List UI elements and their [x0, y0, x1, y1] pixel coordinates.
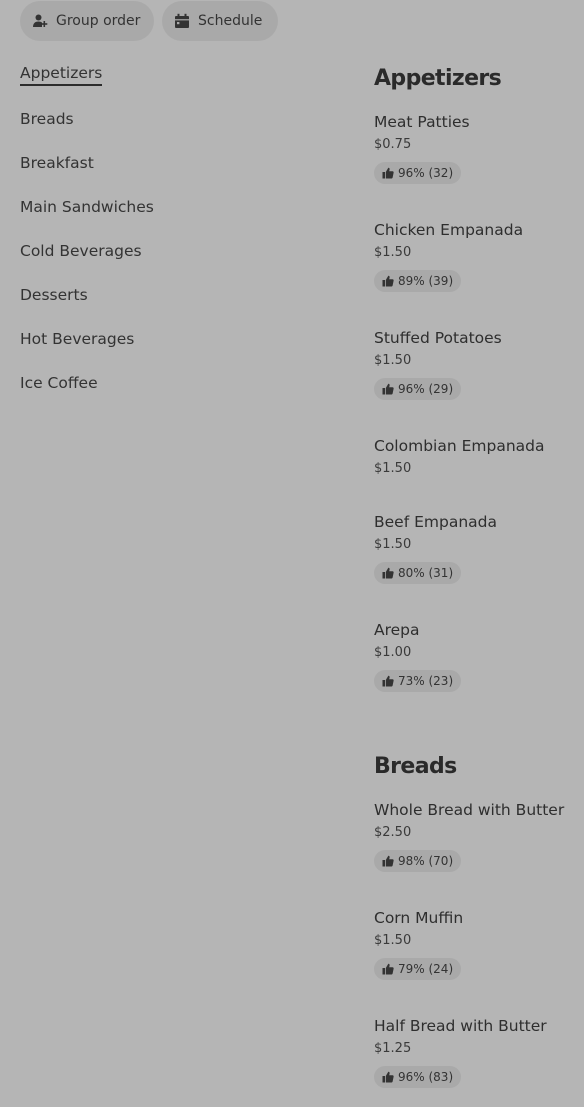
rating-text: 96% (83)	[398, 1070, 454, 1084]
item-name: Chicken Empanada	[374, 221, 524, 239]
item-name: Half Bread with Butter	[374, 1017, 547, 1035]
item-name: Beef Empanada	[374, 513, 497, 531]
item-price: $1.50	[374, 245, 412, 260]
thumbs-up-icon	[382, 275, 394, 287]
rating-badge: 96% (83)	[374, 1066, 462, 1088]
rating-badge: 96% (32)	[374, 162, 462, 184]
rating-badge: 89% (39)	[374, 270, 462, 292]
menu-item[interactable]: Arepa $1.00 73% (23)	[374, 620, 579, 692]
rating-badge: 73% (23)	[374, 670, 462, 692]
rating-text: 80% (31)	[398, 566, 454, 580]
menu-item[interactable]: Colombian Empanada $1.50	[374, 436, 579, 477]
rating-text: 79% (24)	[398, 962, 454, 976]
category-breakfast[interactable]: Breakfast	[20, 154, 94, 172]
menu-item[interactable]: Half Bread with Butter $1.25 96% (83)	[374, 1016, 579, 1088]
category-appetizers[interactable]: Appetizers	[20, 64, 103, 86]
item-price: $0.75	[374, 137, 412, 152]
group-order-label: Group order	[56, 13, 141, 29]
rating-badge: 80% (31)	[374, 562, 462, 584]
menu-item[interactable]: Corn Muffin $1.50 79% (24)	[374, 908, 579, 980]
item-price: $1.00	[374, 645, 412, 660]
item-price: $1.50	[374, 353, 412, 368]
rating-text: 89% (39)	[398, 274, 454, 288]
category-ice-coffee[interactable]: Ice Coffee	[20, 374, 98, 392]
person-add-icon	[32, 13, 48, 29]
rating-badge: 98% (70)	[374, 850, 462, 872]
thumbs-up-icon	[382, 855, 394, 867]
rating-badge: 79% (24)	[374, 958, 462, 980]
item-price: $1.50	[374, 537, 412, 552]
item-name: Meat Patties	[374, 113, 470, 131]
menu-item[interactable]: Meat Patties $0.75 96% (32)	[374, 112, 579, 184]
item-price: $2.50	[374, 825, 412, 840]
menu-item[interactable]: Chicken Empanada $1.50 89% (39)	[374, 220, 579, 292]
menu-item[interactable]: Stuffed Potatoes $1.50 96% (29)	[374, 328, 579, 400]
thumbs-up-icon	[382, 675, 394, 687]
menu-item[interactable]: Whole Bread with Butter $2.50 98% (70)	[374, 800, 579, 872]
thumbs-up-icon	[382, 167, 394, 179]
rating-text: 73% (23)	[398, 674, 454, 688]
category-main-sandwiches[interactable]: Main Sandwiches	[20, 198, 154, 216]
schedule-label: Schedule	[198, 13, 263, 29]
item-name: Corn Muffin	[374, 909, 464, 927]
rating-badge: 96% (29)	[374, 378, 462, 400]
item-name: Whole Bread with Butter	[374, 801, 565, 819]
thumbs-up-icon	[382, 963, 394, 975]
item-name: Arepa	[374, 621, 420, 639]
item-price: $1.50	[374, 461, 412, 476]
category-desserts[interactable]: Desserts	[20, 286, 88, 304]
section-title-appetizers: Appetizers	[374, 66, 502, 91]
schedule-button[interactable]: Schedule	[162, 1, 278, 41]
thumbs-up-icon	[382, 567, 394, 579]
menu-item[interactable]: Beef Empanada $1.50 80% (31)	[374, 512, 579, 584]
calendar-icon	[174, 13, 190, 29]
item-price: $1.50	[374, 933, 412, 948]
item-price: $1.25	[374, 1041, 412, 1056]
rating-text: 98% (70)	[398, 854, 454, 868]
thumbs-up-icon	[382, 1071, 394, 1083]
category-cold-beverages[interactable]: Cold Beverages	[20, 242, 142, 260]
group-order-button[interactable]: Group order	[20, 1, 154, 41]
category-hot-beverages[interactable]: Hot Beverages	[20, 330, 134, 348]
rating-text: 96% (29)	[398, 382, 454, 396]
rating-text: 96% (32)	[398, 166, 454, 180]
category-breads[interactable]: Breads	[20, 110, 74, 128]
item-name: Stuffed Potatoes	[374, 329, 502, 347]
item-name: Colombian Empanada	[374, 437, 545, 455]
thumbs-up-icon	[382, 383, 394, 395]
section-title-breads: Breads	[374, 754, 457, 779]
